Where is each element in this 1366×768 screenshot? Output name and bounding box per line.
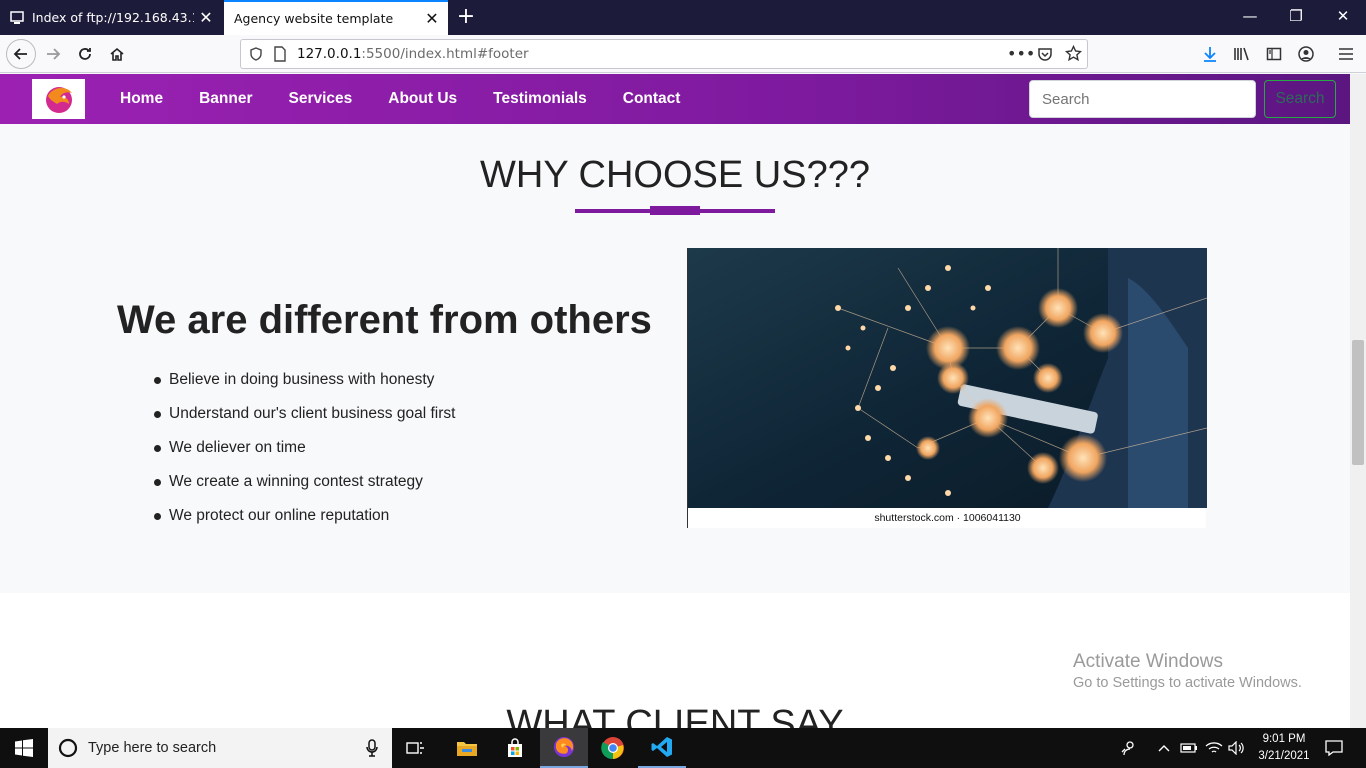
activate-windows-watermark: Activate Windows Go to Settings to activ… <box>1073 651 1302 691</box>
cortana-circle-icon <box>58 738 78 758</box>
shield-icon <box>250 47 262 61</box>
new-tab-button[interactable]: + <box>454 4 478 29</box>
start-button[interactable] <box>0 728 48 768</box>
account-icon[interactable] <box>1294 42 1318 66</box>
site-logo[interactable] <box>32 79 85 119</box>
address-bar[interactable]: 127.0.0.1:5500/index.html#footer ••• <box>240 39 1088 69</box>
list-item: We deliever on time <box>154 436 455 470</box>
taskbar-search-placeholder: Type here to search <box>88 740 217 756</box>
close-tab-icon[interactable]: ✕ <box>420 9 444 28</box>
reload-button[interactable] <box>70 39 100 69</box>
section-heading: WHY CHOOSE US??? <box>480 154 870 196</box>
nav-testimonials-link[interactable]: Testimonials <box>475 90 605 108</box>
heading-underline-accent <box>650 206 700 215</box>
watermark-subtitle: Go to Settings to activate Windows. <box>1073 675 1302 691</box>
url-path: :5500/index.html#footer <box>361 46 529 62</box>
clock-time: 9:01 PM <box>1262 733 1306 745</box>
battery-icon[interactable] <box>1178 728 1200 768</box>
more-actions-icon[interactable]: ••• <box>1007 44 1035 63</box>
back-button[interactable] <box>6 39 36 69</box>
nav-contact-link[interactable]: Contact <box>605 90 699 108</box>
home-icon <box>110 47 124 61</box>
library-icon[interactable] <box>1230 42 1254 66</box>
nav-home-link[interactable]: Home <box>102 90 181 108</box>
vscode-icon[interactable] <box>638 728 686 768</box>
nav-services-link[interactable]: Services <box>270 90 370 108</box>
monitor-icon <box>10 10 24 24</box>
notifications-icon[interactable] <box>1322 728 1346 768</box>
watermark-title: Activate Windows <box>1073 651 1223 672</box>
file-explorer-icon[interactable] <box>443 728 491 768</box>
volume-icon[interactable] <box>1226 728 1248 768</box>
reload-icon <box>79 48 91 60</box>
pocket-icon[interactable] <box>1037 46 1053 62</box>
windows-taskbar: Type here to search 9:01 PM 3/21/2021 <box>0 728 1366 768</box>
list-item: We create a winning contest strategy <box>154 470 455 504</box>
site-search-button[interactable]: Search <box>1264 80 1336 118</box>
home-button[interactable] <box>102 39 132 69</box>
scrollbar-thumb[interactable] <box>1352 340 1364 465</box>
page-icon <box>274 46 286 62</box>
minimize-button[interactable]: — <box>1227 0 1273 35</box>
sidebar-icon[interactable] <box>1262 42 1286 66</box>
chrome-icon[interactable] <box>589 728 637 768</box>
site-navbar: Home Banner Services About Us Testimonia… <box>0 74 1350 124</box>
browser-tab-strip: Index of ftp://192.168.43.1:2221/ ✕ Agen… <box>0 0 1366 35</box>
downloads-icon[interactable] <box>1198 42 1222 66</box>
close-tab-icon[interactable]: ✕ <box>194 8 218 27</box>
tab-ftp-index[interactable]: Index of ftp://192.168.43.1:2221/ ✕ <box>0 0 222 35</box>
list-item: Understand our's client business goal fi… <box>154 402 455 436</box>
people-icon[interactable] <box>1116 728 1142 768</box>
clock-date: 3/21/2021 <box>1258 750 1310 762</box>
nav-about-us-link[interactable]: About Us <box>370 90 475 108</box>
bookmark-star-icon[interactable] <box>1065 45 1082 62</box>
hamburger-menu-icon[interactable] <box>1334 42 1358 66</box>
microsoft-store-icon[interactable] <box>491 728 539 768</box>
benefits-list: Believe in doing business with honesty U… <box>154 368 455 538</box>
restore-button[interactable]: ❐ <box>1273 0 1319 35</box>
network-image: shutterstock.com · 1006041130 <box>687 248 1208 528</box>
arrow-left-icon <box>13 48 27 60</box>
browser-toolbar: 127.0.0.1:5500/index.html#footer ••• <box>0 35 1366 73</box>
microphone-icon[interactable] <box>366 739 378 757</box>
task-view-icon[interactable] <box>392 728 440 768</box>
fox-logo-icon <box>45 87 72 113</box>
subheading: We are different from others <box>117 298 652 342</box>
network-photo-illustration <box>688 248 1208 508</box>
site-search-input[interactable] <box>1029 80 1256 118</box>
chevron-up-icon[interactable] <box>1154 728 1174 768</box>
taskbar-search-box[interactable]: Type here to search <box>48 728 392 768</box>
url-host: 127.0.0.1 <box>297 46 362 62</box>
list-item: Believe in doing business with honesty <box>154 368 455 402</box>
wifi-icon[interactable] <box>1203 728 1225 768</box>
image-caption: shutterstock.com · 1006041130 <box>874 512 1021 524</box>
list-item: We protect our online reputation <box>154 504 455 538</box>
system-clock[interactable]: 9:01 PM 3/21/2021 <box>1246 731 1322 765</box>
tab-title: Agency website template <box>234 11 394 26</box>
forward-button[interactable] <box>38 39 68 69</box>
why-choose-us-section: WHY CHOOSE US??? We are different from o… <box>0 124 1350 593</box>
close-window-button[interactable]: ✕ <box>1320 0 1366 35</box>
tab-agency-template[interactable]: Agency website template ✕ <box>224 0 448 35</box>
arrow-right-icon <box>47 48 61 60</box>
nav-banner-link[interactable]: Banner <box>181 90 270 108</box>
firefox-taskbar-icon[interactable] <box>540 728 588 768</box>
tab-title: Index of ftp://192.168.43.1:2221/ <box>32 10 194 25</box>
windows-logo-icon <box>15 739 33 757</box>
section-heading: WHAT CLIENT SAY <box>506 703 844 728</box>
main-menu: Home Banner Services About Us Testimonia… <box>102 74 698 124</box>
